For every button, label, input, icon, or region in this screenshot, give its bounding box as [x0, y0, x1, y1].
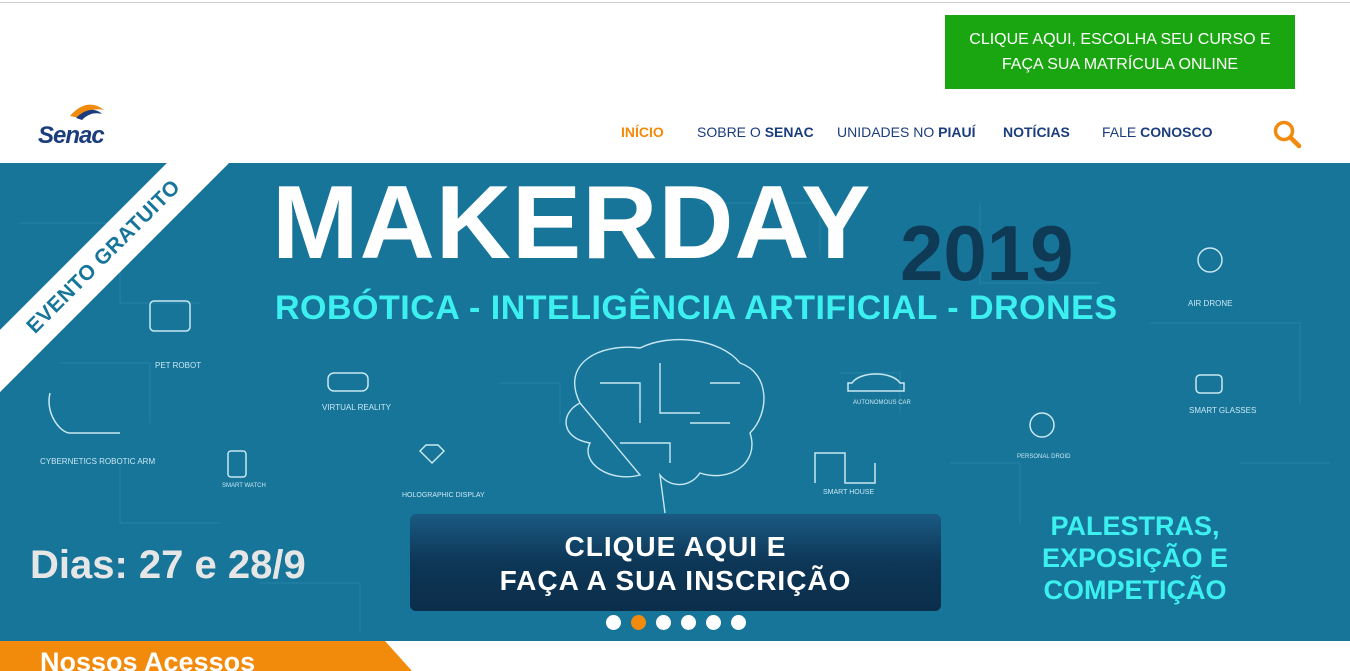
- event-dates: Dias: 27 e 28/9: [30, 543, 306, 587]
- holographic-display-label: HOLOGRAPHIC DISPLAY: [402, 492, 485, 499]
- nav-noticias[interactable]: NOTÍCIAS: [1003, 124, 1070, 140]
- personal-droid-icon: [1029, 412, 1055, 438]
- event-activities-line3: COMPETIÇÃO: [1043, 575, 1227, 605]
- robotic-arm-label: CYBERNETICS ROBOTIC ARM: [40, 457, 156, 466]
- virtual-reality-label: VIRTUAL REALITY: [322, 403, 391, 412]
- carousel-dot-1[interactable]: [606, 615, 621, 630]
- event-year: 2019: [900, 209, 1074, 297]
- vr-headset-icon: [327, 372, 369, 392]
- brain-circuit-graphic: [565, 338, 765, 514]
- register-button-line2: FAÇA A SUA INSCRIÇÃO: [499, 565, 852, 596]
- smart-watch-label: SMART WATCH: [222, 483, 266, 489]
- carousel-dot-5[interactable]: [706, 615, 721, 630]
- personal-droid-label: PERSONAL DROID: [1017, 454, 1071, 460]
- nav-unidades-label: PIAUÍ: [938, 124, 976, 140]
- nav-fale-prefix: FALE: [1102, 124, 1141, 140]
- event-activities-line1: PALESTRAS,: [1050, 511, 1220, 541]
- makerday-banner[interactable]: EVENTO GRATUITO MAKERDAY 2019 ROBÓTICA -…: [0, 163, 1350, 641]
- holographic-display-icon: [418, 444, 446, 465]
- carousel-dot-4[interactable]: [681, 615, 696, 630]
- air-drone-icon: [1197, 247, 1223, 273]
- nav-inicio[interactable]: INÍCIO: [621, 124, 664, 140]
- smart-glasses-icon: [1195, 374, 1223, 394]
- nav-fale-label: CONOSCO: [1140, 124, 1213, 140]
- air-drone-label: AIR DRONE: [1188, 299, 1233, 308]
- free-event-label: EVENTO GRATUITO: [0, 163, 240, 403]
- nav-unidades-prefix: UNIDADES NO: [837, 124, 939, 140]
- carousel-dot-2[interactable]: [631, 615, 646, 630]
- smart-glasses-label: SMART GLASSES: [1189, 406, 1257, 415]
- smart-watch-icon: [227, 450, 247, 478]
- autonomous-car-icon: [847, 373, 905, 392]
- senac-logo[interactable]: Senac: [30, 100, 120, 152]
- search-icon[interactable]: [1272, 119, 1302, 149]
- enroll-online-line2: FAÇA SUA MATRÍCULA ONLINE: [1001, 56, 1239, 73]
- pet-robot-label: PET ROBOT: [155, 361, 202, 370]
- enroll-online-button[interactable]: CLIQUE AQUI, ESCOLHA SEU CURSO E FAÇA SU…: [945, 15, 1295, 89]
- smart-house-label: SMART HOUSE: [823, 489, 875, 496]
- autonomous-car-label: AUTONOMOUS CAR: [853, 400, 911, 406]
- nav-sobre-prefix: SOBRE O: [697, 124, 765, 140]
- nav-sobre-label: SENAC: [764, 124, 814, 140]
- register-button-line1: CLIQUE AQUI E: [564, 531, 787, 562]
- nav-noticias-label: NOTÍCIAS: [1003, 124, 1070, 140]
- carousel-dot-3[interactable]: [656, 615, 671, 630]
- event-activities: PALESTRAS, EXPOSIÇÃO E COMPETIÇÃO: [1030, 510, 1240, 606]
- event-title: MAKERDAY: [272, 165, 872, 281]
- section-header: Nossos Acessos: [0, 641, 412, 671]
- free-event-ribbon: EVENTO GRATUITO: [0, 163, 240, 403]
- event-subtitle: ROBÓTICA - INTELIGÊNCIA ARTIFICIAL - DRO…: [275, 289, 1118, 327]
- enroll-online-line1: CLIQUE AQUI, ESCOLHA SEU CURSO E: [969, 31, 1271, 48]
- nav-inicio-label: INÍCIO: [621, 124, 664, 140]
- register-button[interactable]: CLIQUE AQUI E FAÇA A SUA INSCRIÇÃO: [410, 514, 941, 611]
- nav-sobre-senac[interactable]: SOBRE O SENAC: [697, 124, 814, 140]
- event-activities-line2: EXPOSIÇÃO E: [1041, 543, 1229, 573]
- nav-fale-conosco[interactable]: FALE CONOSCO: [1102, 124, 1212, 140]
- senac-logo-text: Senac: [38, 122, 105, 149]
- top-divider: [0, 2, 1350, 3]
- section-title: Nossos Acessos: [40, 647, 256, 671]
- smart-house-icon: [814, 452, 876, 484]
- carousel-dot-6[interactable]: [731, 615, 746, 630]
- nav-unidades-piaui[interactable]: UNIDADES NO PIAUÍ: [837, 124, 975, 140]
